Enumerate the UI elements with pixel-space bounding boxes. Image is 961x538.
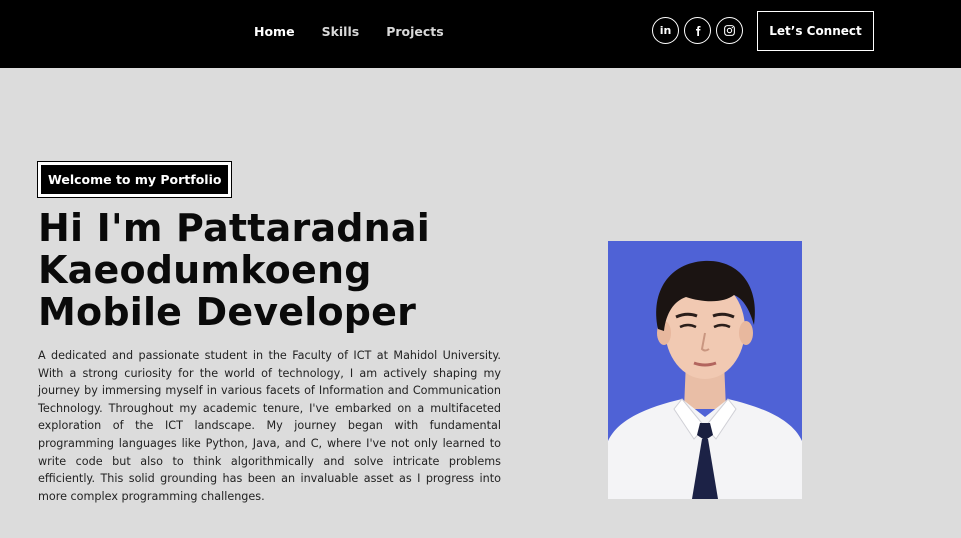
bio-paragraph: A dedicated and passionate student in th… [38, 349, 501, 503]
instagram-icon[interactable] [716, 17, 743, 44]
headline-line-1: Hi I'm Pattaradnai [38, 206, 431, 250]
profile-photo [608, 241, 802, 499]
facebook-icon[interactable] [684, 17, 711, 44]
linkedin-icon-label: in [659, 24, 672, 37]
instagram-glyph [724, 25, 735, 36]
lets-connect-button[interactable]: Let’s Connect [757, 11, 874, 51]
profile-portrait-illustration [608, 241, 802, 499]
hero-headline: Hi I'm Pattaradnai Kaeodumkoeng Mobile D… [38, 207, 558, 333]
linkedin-icon[interactable]: in [652, 17, 679, 44]
nav-links: Home Skills Projects [254, 24, 471, 39]
headline-line-2: Kaeodumkoeng [38, 248, 372, 292]
nav-link-projects[interactable]: Projects [386, 24, 444, 39]
welcome-tagline: Welcome to my Portfolio [36, 161, 233, 198]
headline-line-3: Mobile Developer [38, 290, 417, 334]
social-links: in [652, 17, 743, 44]
nav-link-skills[interactable]: Skills [322, 24, 360, 39]
facebook-glyph [695, 25, 700, 36]
navbar: Home Skills Projects in Let’s Connect [0, 0, 961, 68]
nav-link-home[interactable]: Home [254, 24, 295, 39]
